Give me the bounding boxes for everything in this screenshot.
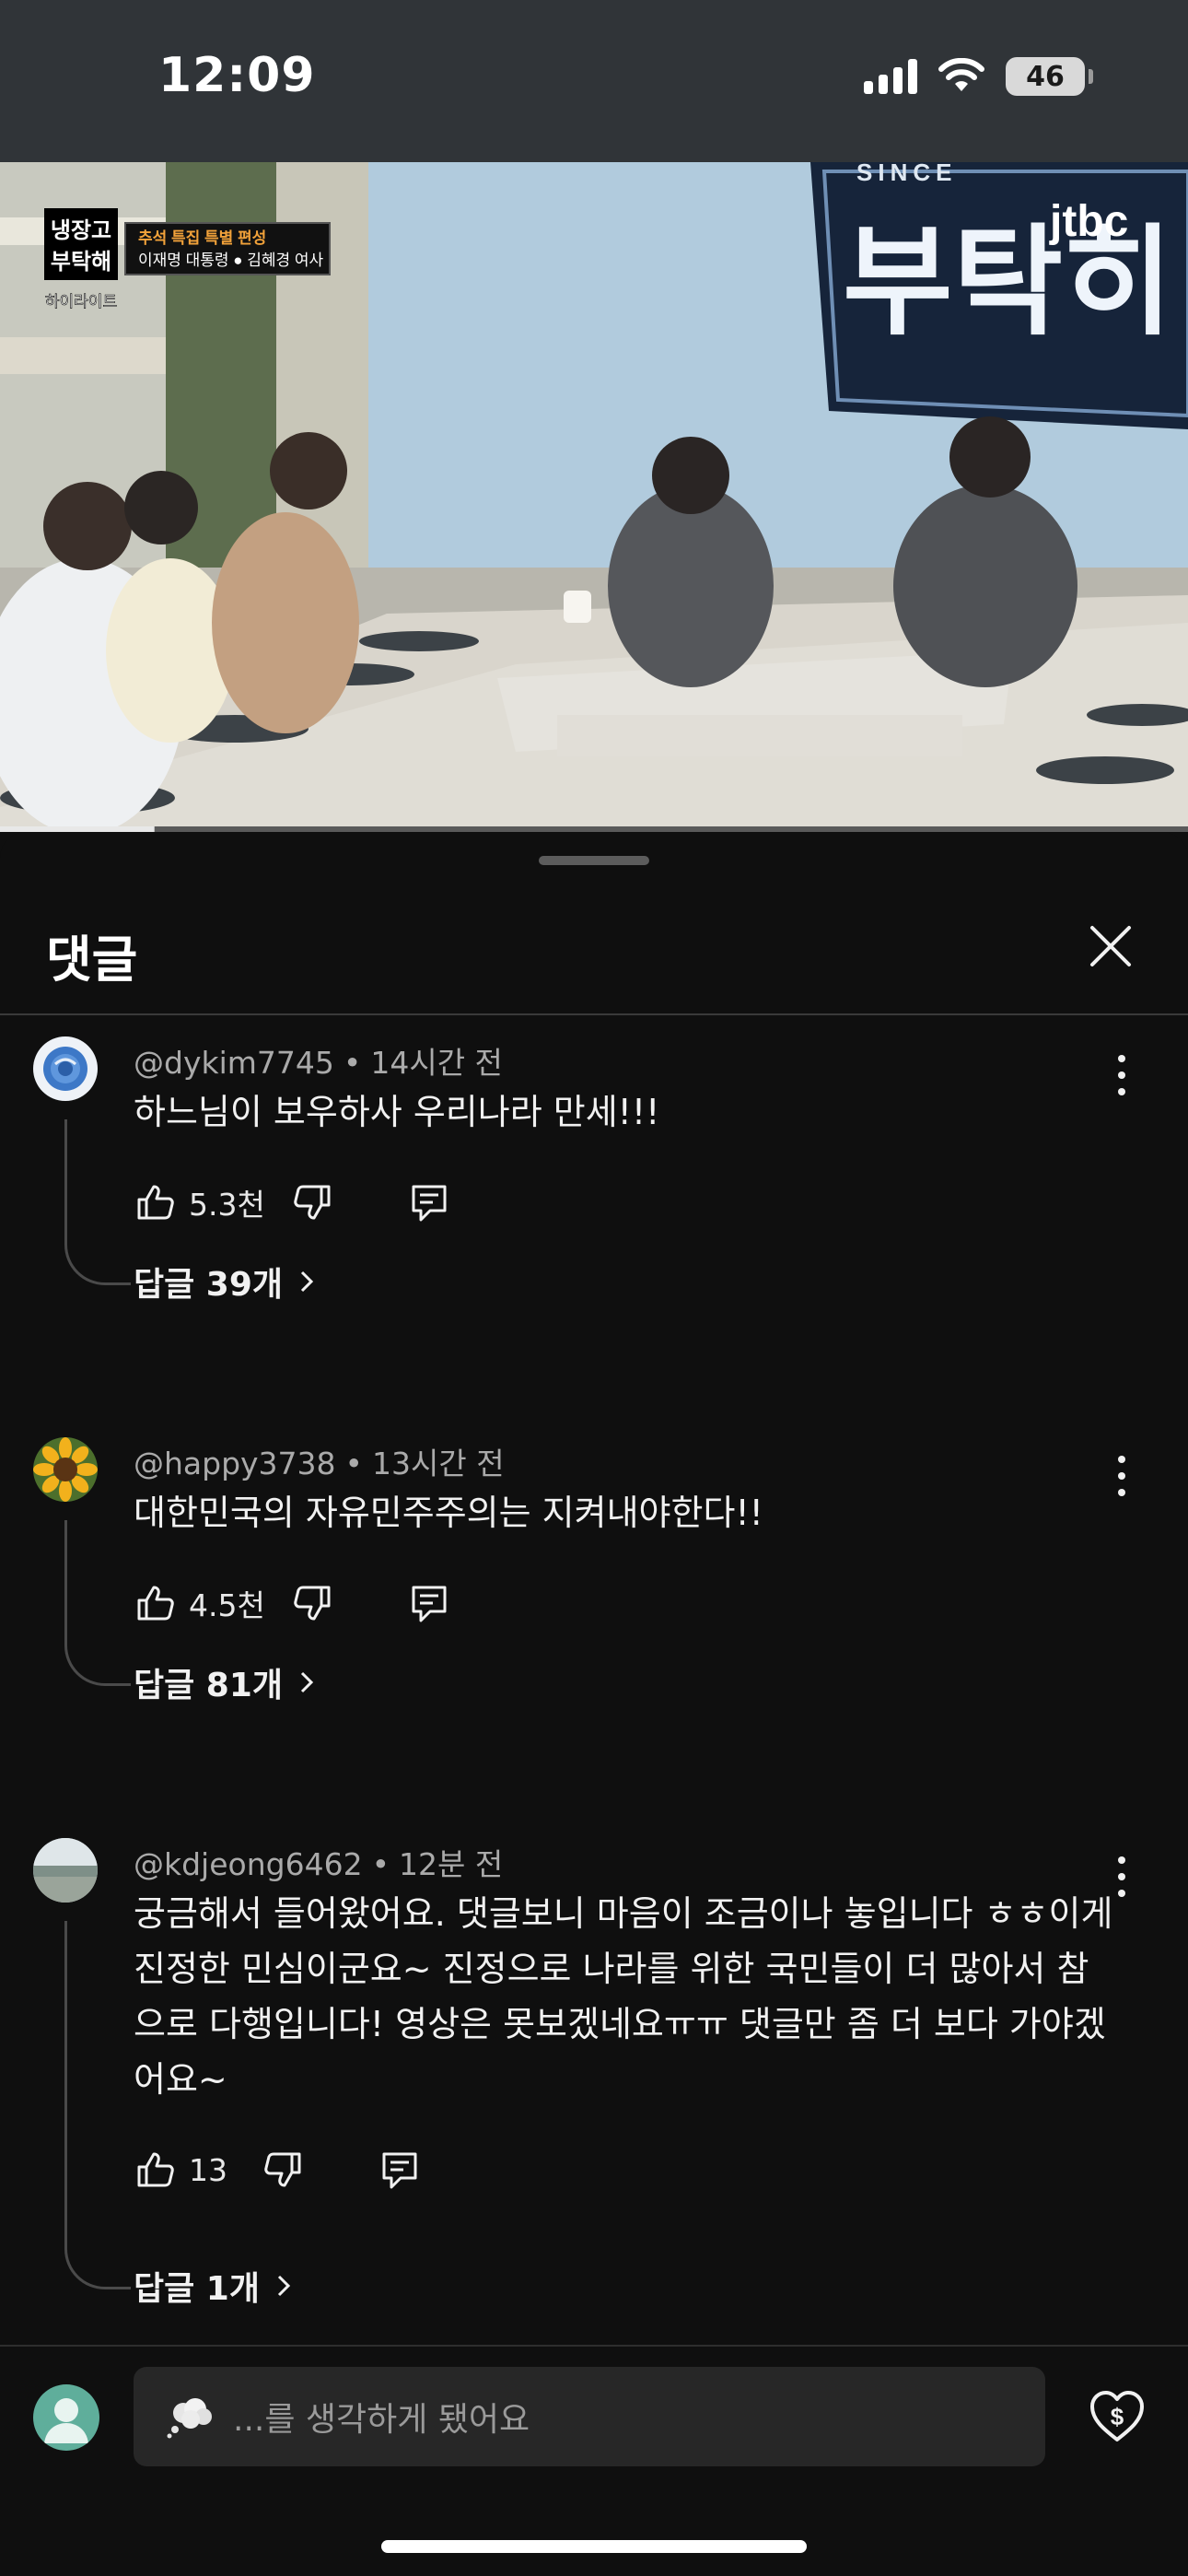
banner-line1: 추석 특집 특별 편성 [138,229,266,247]
thumbs-up-icon[interactable] [134,1582,176,1624]
avatar[interactable] [33,1838,98,1903]
highlight-label: 하이라이트 [45,293,117,310]
cellular-signal-icon [864,59,917,94]
wifi-icon [938,58,984,91]
set-since-text: SINCE [856,162,957,186]
comment-meta: @happy3738 • 13시간 전 [134,1446,505,1481]
comment-time: 12분 전 [399,1846,504,1882]
landscape-avatar-icon [33,1838,98,1903]
like-count: 13 [189,2151,227,2188]
replies-count: 답글 1개 [134,2270,260,2308]
header-divider [0,1013,1188,1015]
show-logo-line1: 냉장고 [51,218,111,243]
thumbs-down-icon[interactable] [292,1582,334,1624]
comment-meta: @kdjeong6462 • 12분 전 [134,1846,504,1882]
view-replies-link[interactable]: 답글 1개 [134,2262,293,2310]
comment-actions: 5.3천 [134,1175,450,1230]
comment-meta: @dykim7745 • 14시간 전 [134,1045,503,1081]
avatar[interactable] [33,1036,98,1101]
thread-line [64,1119,131,1285]
comment-input-placeholder: ...를 생각하게 됐어요 [233,2401,530,2439]
thread-line [64,1520,131,1686]
status-icons: 46 [864,57,1093,96]
home-indicator[interactable] [381,2540,807,2553]
comment-author[interactable]: @happy3738 [134,1446,336,1481]
comment-text: 궁금해서 들어왔어요. 댓글보니 마음이 조금이나 놓입니다 ㅎㅎ이게 진정한 … [134,1893,1113,2100]
reply-icon[interactable] [408,1181,450,1224]
reply-icon[interactable] [408,1582,450,1624]
replies-count: 답글 81개 [134,1667,283,1704]
panel-title: 댓글 [46,931,138,989]
super-thanks-heart-icon[interactable]: $ [1087,2386,1147,2447]
view-replies-link[interactable]: 답글 39개 [134,1258,316,1306]
chevron-right-icon [300,1671,314,1693]
view-replies-link[interactable]: 답글 81개 [134,1658,316,1706]
thread-line [64,1921,131,2289]
sunflower-avatar-icon [33,1437,98,1502]
comment-author[interactable]: @kdjeong6462 [134,1846,363,1882]
video-frame: 냉장고 부탁해 하이라이트 추석 특집 특별 편성 이재명 대통령 ● 김혜경 … [0,162,1188,832]
comment-text: 대한민국의 자유민주주의는 지켜내야한다!! [134,1493,763,1533]
avatar[interactable] [33,1437,98,1502]
status-time: 12:09 [158,48,316,103]
user-avatar-icon [44,2398,88,2443]
battery-icon: 46 [1006,57,1093,96]
reply-icon[interactable] [379,2149,421,2191]
thumbs-up-icon[interactable] [134,1181,176,1224]
thumbs-down-icon[interactable] [292,1181,334,1224]
comment-author[interactable]: @dykim7745 [134,1045,334,1081]
thumbs-down-icon[interactable] [262,2149,305,2191]
rose-avatar-icon [33,1036,98,1101]
video-player[interactable]: 냉장고 부탁해 하이라이트 추석 특집 특별 편성 이재명 대통령 ● 김혜경 … [0,162,1188,832]
close-icon[interactable] [1087,922,1135,970]
like-count: 4.5천 [189,1587,265,1623]
show-logo-line2: 부탁해 [51,250,111,275]
replies-count: 답글 39개 [134,1266,283,1304]
thought-bubble-icon [167,2398,212,2439]
comment-actions: 13 [134,2142,421,2197]
like-count: 5.3천 [189,1187,265,1223]
comment-actions: 4.5천 [134,1575,450,1631]
comment-time: 13시간 전 [372,1446,505,1481]
drag-handle[interactable] [539,856,649,865]
user-avatar[interactable] [33,2384,99,2451]
channel-logo: jtbc [1049,197,1128,246]
thumbs-up-icon[interactable] [134,2149,176,2191]
banner-line2: 이재명 대통령 ● 김혜경 여사 [138,252,324,269]
chevron-right-icon [300,1270,314,1293]
svg-text:$: $ [1111,2403,1124,2430]
comment-text: 하느님이 보우하사 우리나라 만세!!! [134,1092,660,1132]
input-divider [0,2345,1188,2347]
status-bar: 12:09 46 [0,0,1188,162]
comment-input[interactable]: ...를 생각하게 됐어요 [134,2367,1045,2466]
comment-time: 14시간 전 [370,1045,503,1081]
chevron-right-icon [277,2275,291,2297]
